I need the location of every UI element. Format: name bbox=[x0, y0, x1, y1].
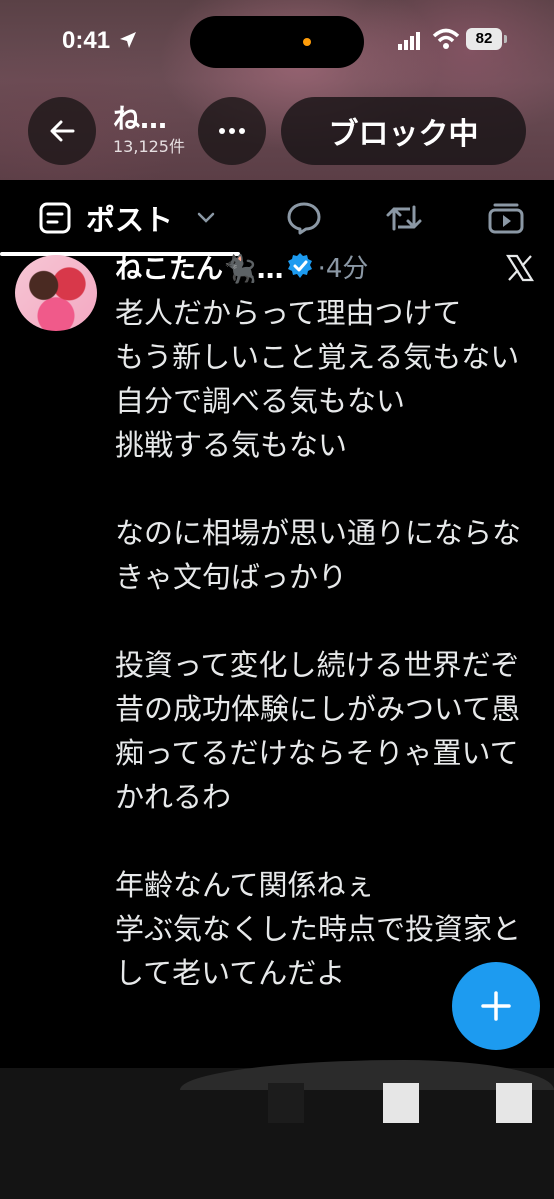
cellular-signal-icon bbox=[398, 32, 420, 50]
profile-name: ね… bbox=[113, 104, 167, 135]
chevron-down-icon[interactable] bbox=[197, 212, 215, 224]
plus-icon bbox=[481, 991, 511, 1021]
verified-badge-icon bbox=[287, 253, 312, 278]
avatar[interactable] bbox=[15, 255, 97, 331]
tab-replies[interactable] bbox=[272, 180, 336, 256]
dynamic-island bbox=[190, 16, 364, 68]
nav-slot-light[interactable] bbox=[383, 1083, 419, 1123]
post-count: 13,125件 bbox=[113, 137, 185, 156]
more-dots-icon bbox=[219, 128, 245, 134]
more-button[interactable] bbox=[198, 97, 266, 165]
profile-header: 0:41 82 ね… 13,125件 ブロック中 bbox=[0, 0, 554, 180]
tab-reposts[interactable] bbox=[372, 180, 436, 256]
profile-tabs: ポスト bbox=[0, 180, 554, 256]
battery-tip bbox=[504, 35, 507, 43]
nav-slot-dark[interactable] bbox=[268, 1083, 304, 1123]
tab-posts-label: ポスト bbox=[86, 203, 174, 237]
privacy-indicator-icon bbox=[303, 38, 311, 46]
tweet-text: 老人だからって理由つけて もう新しいこと覚える気もない 自分で調べる気もない 挑… bbox=[115, 296, 522, 990]
replies-icon bbox=[287, 202, 321, 235]
tweet-author-name[interactable]: ねこたん🐈‍⬛… bbox=[115, 247, 284, 286]
status-time: 0:41 bbox=[62, 27, 111, 54]
location-arrow-icon bbox=[120, 32, 136, 48]
nav-slot-light-2[interactable] bbox=[496, 1083, 532, 1123]
back-button[interactable] bbox=[28, 97, 96, 165]
tweet-header: ねこたん🐈‍⬛… ·4分 bbox=[115, 247, 369, 286]
profile-title: ね… 13,125件 bbox=[113, 104, 185, 158]
battery-level: 82 bbox=[466, 28, 502, 50]
compose-button[interactable] bbox=[452, 962, 540, 1050]
x-logo-icon bbox=[506, 254, 534, 282]
status-bar: 0:41 82 bbox=[0, 0, 554, 84]
tab-media[interactable] bbox=[474, 180, 538, 256]
wifi-icon bbox=[432, 28, 460, 49]
repost-icon bbox=[386, 205, 422, 231]
blocked-button[interactable]: ブロック中 bbox=[281, 97, 526, 165]
posts-icon bbox=[39, 202, 71, 234]
tab-posts[interactable]: ポスト bbox=[38, 180, 238, 256]
tweet-timestamp: ·4分 bbox=[317, 253, 369, 284]
back-arrow-icon bbox=[50, 120, 75, 142]
media-icon bbox=[488, 203, 524, 234]
